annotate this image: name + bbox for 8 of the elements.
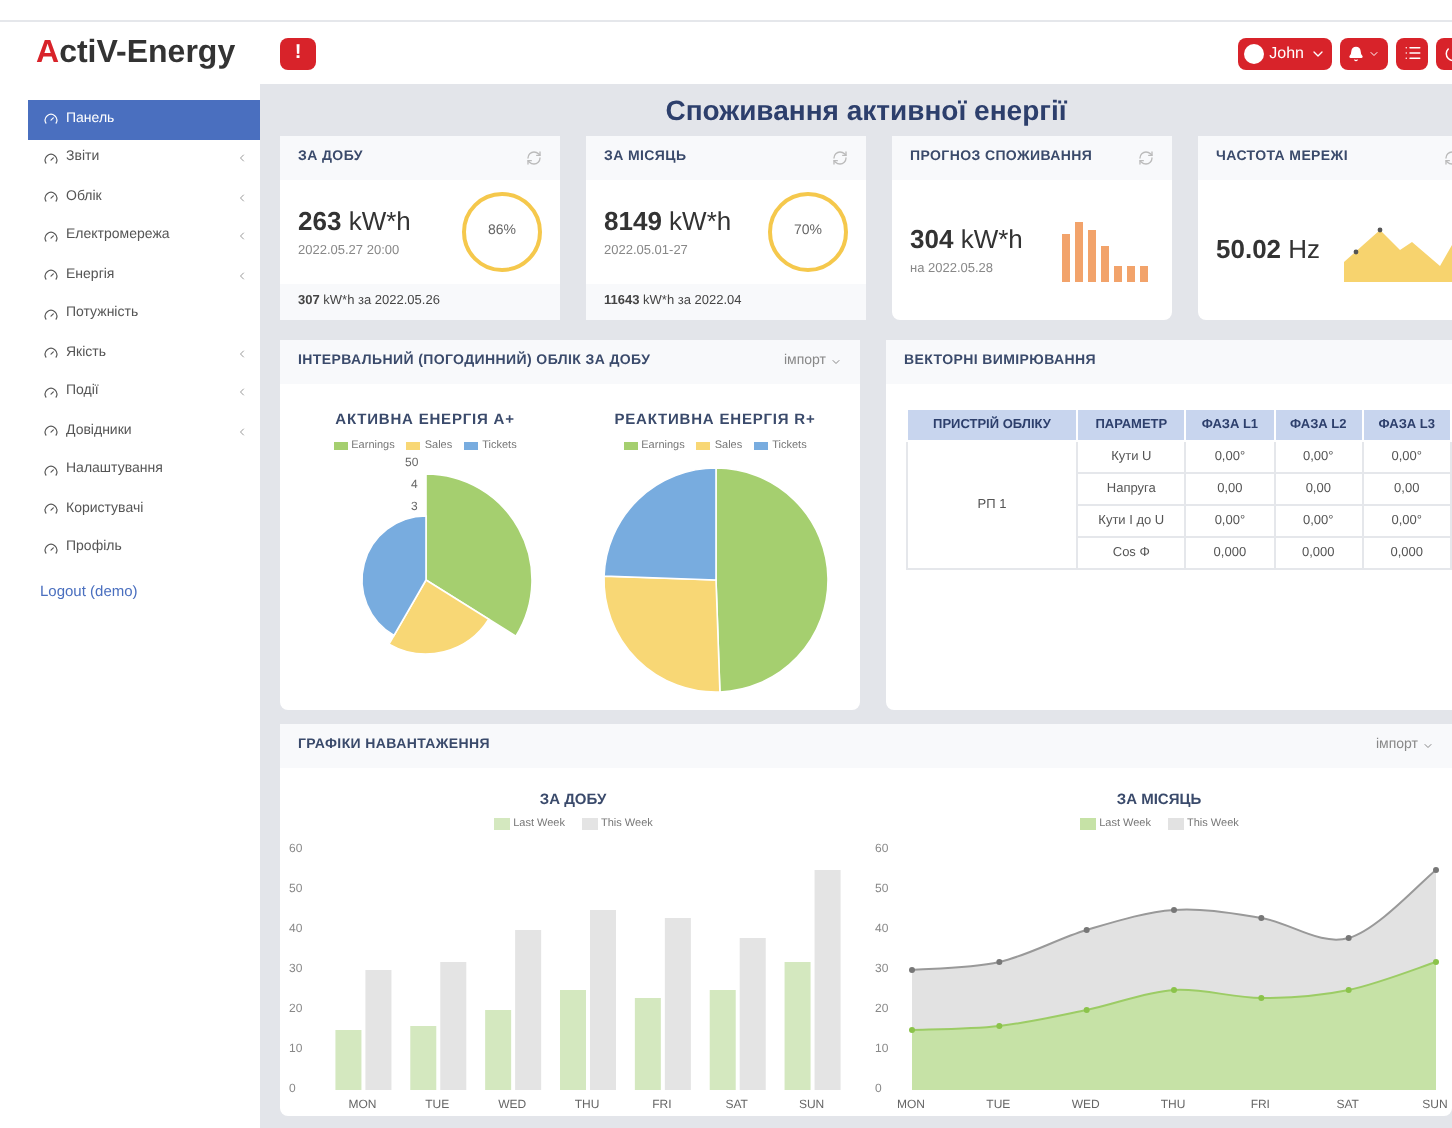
alert-button[interactable]: ! [280, 37, 316, 69]
stat-value: 304 kW*h [910, 222, 1025, 259]
stat-value: 263 kW*h [298, 204, 413, 241]
stat-value: 8149 kW*h [604, 204, 734, 241]
page-title: Споживання активної енергії [665, 91, 1067, 130]
user-menu-button[interactable]: John [1237, 37, 1332, 69]
stat-value: 50.02 Hz [1216, 232, 1323, 269]
logo: ActiV-Energy [36, 33, 236, 73]
